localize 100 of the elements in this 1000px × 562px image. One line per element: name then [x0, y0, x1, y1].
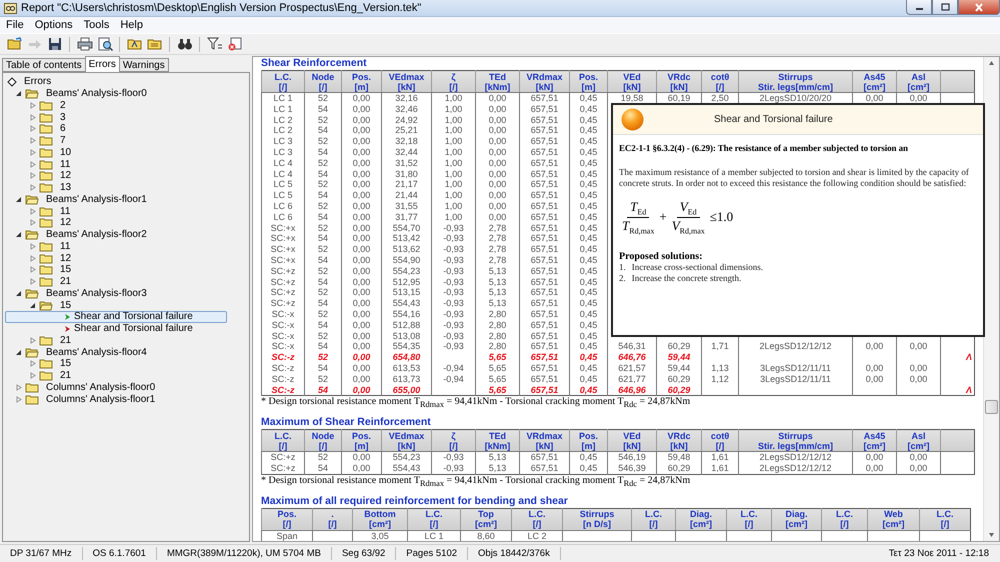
- table-cell: 0,45: [580, 384, 598, 395]
- tree-item[interactable]: 15: [56, 263, 76, 276]
- table-cell: 2,80: [488, 320, 506, 330]
- tree-item[interactable]: Beams' Analysis-floor0: [42, 87, 151, 100]
- table-cell: 657,51: [530, 308, 558, 319]
- tree-item[interactable]: Shear and Torsional failure: [5, 322, 227, 334]
- table-cell: 0,45: [580, 362, 598, 373]
- table-cell: SC:-x: [272, 308, 294, 319]
- tree-item[interactable]: Columns' Analysis-floor1: [42, 392, 160, 406]
- tree-item[interactable]: 7: [56, 134, 70, 148]
- table-cell: 0,00: [488, 190, 506, 200]
- folder-icon: [39, 370, 53, 382]
- tree-item[interactable]: Errors: [20, 75, 56, 88]
- tree-item[interactable]: 6: [56, 122, 70, 136]
- tree-item[interactable]: 15: [56, 298, 76, 312]
- table-cell: 1,71: [711, 341, 729, 352]
- minimize-button[interactable]: [906, 0, 932, 15]
- table-cell: LC 2: [273, 125, 292, 136]
- tab[interactable]: Table of contents: [2, 58, 86, 72]
- table-cell: SC:+x: [270, 244, 296, 254]
- solutions-heading: Proposed solutions:: [619, 251, 704, 262]
- scrollbar[interactable]: [983, 57, 999, 541]
- clear-filter-icon[interactable]: [226, 36, 243, 52]
- close-button[interactable]: [958, 0, 1000, 15]
- folder-icon: [25, 229, 39, 240]
- tree-item[interactable]: Beams' Analysis-floor2: [42, 228, 151, 242]
- table-cell: 0,00: [352, 168, 370, 179]
- tab[interactable]: Errors: [84, 56, 120, 72]
- tree-item[interactable]: Beams' Analysis-floor1: [42, 192, 151, 206]
- table-cell: LC 5: [273, 190, 292, 200]
- tree-item[interactable]: 13: [56, 181, 76, 194]
- table-cell: 0,45: [580, 179, 598, 190]
- tree-item[interactable]: 11: [56, 240, 74, 253]
- tree-item[interactable]: 21: [56, 369, 76, 382]
- expand-icon[interactable]: [29, 336, 36, 344]
- table-cell: 0,45: [580, 298, 598, 308]
- column-header: L.C.: [936, 509, 954, 520]
- column-unit: [/]: [318, 82, 328, 92]
- tree-item[interactable]: 21: [56, 334, 76, 347]
- table-cell: 1,00: [444, 179, 462, 190]
- save-icon[interactable]: [46, 36, 63, 52]
- column-header: VRdmax: [525, 430, 564, 441]
- column-unit: [cm²]: [689, 519, 713, 530]
- popup-title: Shear and Torsional failure: [714, 114, 833, 125]
- column-unit: [cm²]: [862, 440, 886, 451]
- table-cell: 0,45: [580, 463, 598, 474]
- table-cell: 657,51: [530, 212, 558, 222]
- column-header: TEd: [488, 72, 507, 82]
- tree-item[interactable]: 21: [56, 275, 76, 288]
- tree-item[interactable]: 2: [56, 98, 70, 112]
- tree-item[interactable]: 3: [56, 110, 70, 124]
- column-unit: [kN]: [396, 82, 416, 92]
- tree-item[interactable]: 12: [56, 216, 76, 230]
- column-unit: [/]: [327, 519, 338, 530]
- table-cell: 60,29: [668, 341, 690, 352]
- maximize-button[interactable]: [932, 0, 958, 15]
- table-cell: 2,78: [488, 244, 506, 254]
- scroll-thumb[interactable]: [985, 400, 998, 414]
- column-header: Pos.: [578, 430, 599, 441]
- menu-item[interactable]: Tools: [80, 19, 116, 31]
- table-cell: 657,51: [530, 287, 558, 298]
- tree-item[interactable]: 15: [56, 357, 76, 370]
- column-unit: [kN]: [669, 440, 689, 451]
- tree-item[interactable]: 11: [56, 158, 74, 171]
- table-cell: 513,42: [392, 233, 420, 244]
- table-cell: 5,13: [488, 287, 506, 298]
- table-cell: 0,45: [580, 114, 598, 125]
- table-cell: 613,73: [392, 374, 420, 384]
- collapse-icon[interactable]: [15, 348, 22, 356]
- section-title: Maximum of Shear Reinforcement: [261, 416, 431, 428]
- menu-item[interactable]: File: [2, 19, 31, 31]
- section-title: Shear Reinforcement: [261, 57, 367, 69]
- table-cell: 8,60: [477, 530, 495, 541]
- column-header: Web: [883, 509, 904, 520]
- tree-item[interactable]: Shear and Torsional failure: [5, 311, 227, 323]
- tab[interactable]: Warnings: [118, 58, 169, 72]
- tree-item[interactable]: Columns' Analysis-floor0: [42, 380, 160, 394]
- collapse-icon[interactable]: [15, 90, 22, 98]
- print-icon[interactable]: [76, 36, 93, 52]
- column-unit: [n D/s]: [582, 519, 612, 530]
- tree-item[interactable]: 10: [56, 146, 76, 159]
- filter-icon[interactable]: [206, 36, 223, 52]
- tree-item[interactable]: Beams' Analysis-floor4: [42, 346, 151, 359]
- column-header: L.C.: [528, 509, 546, 520]
- menu-item[interactable]: Options: [30, 19, 80, 31]
- preview-icon[interactable]: [96, 36, 113, 52]
- open-folder-icon[interactable]: [6, 36, 23, 52]
- collapse-icon[interactable]: [15, 196, 22, 203]
- table-cell: 2LegsSD12/12/12: [759, 463, 832, 474]
- tree-item[interactable]: 12: [56, 252, 76, 265]
- tree-item[interactable]: Beams' Analysis-floor3: [42, 286, 151, 300]
- table-cell: 21,44: [395, 190, 418, 200]
- column-unit: [/]: [532, 519, 542, 530]
- table-cell: 0,45: [580, 287, 598, 298]
- tree-item[interactable]: 12: [56, 169, 76, 182]
- tree-item[interactable]: 11: [56, 204, 74, 218]
- collapse-icon[interactable]: [15, 231, 22, 238]
- table-cell: 54: [318, 190, 328, 200]
- folder-icon: [39, 276, 53, 288]
- menu-item[interactable]: Help: [116, 19, 150, 31]
